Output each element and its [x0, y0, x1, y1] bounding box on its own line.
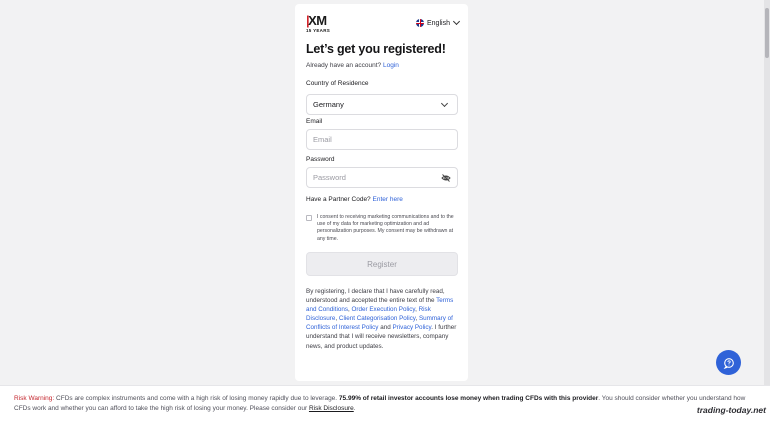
registration-card: | XM 15 YEARS English Let’s get you regis…	[295, 4, 468, 381]
consent-checkbox[interactable]	[306, 215, 312, 221]
consent-text: I consent to receiving marketing communi…	[317, 214, 454, 242]
password-label: Password	[306, 156, 335, 163]
legal-separator: ,	[348, 306, 350, 314]
marketing-consent: I consent to receiving marketing communi…	[306, 214, 459, 243]
legal-separator: ,	[415, 306, 417, 314]
client-categorisation-link[interactable]: Client Categorisation Policy	[339, 315, 416, 322]
logo-years: 15 YEARS	[306, 28, 331, 33]
country-value: Germany	[313, 100, 344, 109]
country-select[interactable]: Germany	[306, 94, 458, 115]
scrollbar-thumb[interactable]	[765, 8, 769, 58]
register-button[interactable]: Register	[306, 252, 458, 276]
password-field[interactable]: Password	[306, 167, 458, 188]
legal-intro: By registering, I declare that I have ca…	[306, 288, 445, 305]
uk-flag-icon	[416, 19, 424, 27]
email-field[interactable]: Email	[306, 129, 458, 150]
logo-text: XM	[308, 13, 327, 28]
page-scrollbar[interactable]	[764, 0, 770, 421]
email-label: Email	[306, 118, 323, 125]
order-execution-link[interactable]: Order Execution Policy	[352, 306, 416, 313]
page-title: Let’s get you registered!	[306, 42, 446, 56]
risk-percentage: 75.99% of retail investor accounts lose …	[338, 395, 599, 402]
login-link[interactable]: Login	[383, 62, 399, 69]
risk-warning-label: Risk Warning:	[14, 395, 55, 402]
chevron-down-icon	[452, 17, 461, 26]
legal-declaration: By registering, I declare that I have ca…	[306, 287, 462, 351]
email-placeholder: Email	[313, 135, 332, 144]
xm-logo[interactable]: | XM 15 YEARS	[306, 14, 330, 33]
language-selector[interactable]: English	[416, 17, 461, 27]
country-label: Country of Residence	[306, 80, 369, 87]
chevron-down-icon	[440, 99, 449, 108]
watermark: trading-today.net	[696, 405, 766, 415]
enter-partner-code-link[interactable]: Enter here	[373, 196, 403, 203]
privacy-policy-link[interactable]: Privacy Policy	[392, 324, 431, 331]
chat-icon	[723, 357, 734, 369]
already-label: Already have an account?	[306, 62, 382, 69]
logo-mark: | XM	[306, 14, 330, 27]
partner-code-text: Have a Partner Code? Enter here	[306, 196, 403, 203]
legal-and: and	[380, 324, 391, 332]
risk-end: .	[353, 404, 356, 412]
password-placeholder: Password	[313, 173, 346, 182]
risk-text-1: CFDs are complex instruments and come wi…	[56, 395, 338, 402]
risk-warning-text: Risk Warning: CFDs are complex instrumen…	[14, 394, 754, 413]
already-account-text: Already have an account? Login	[306, 62, 399, 69]
risk-warning-footer: Risk Warning: CFDs are complex instrumen…	[0, 385, 770, 421]
footer-risk-disclosure-link[interactable]: Risk Disclosure	[309, 405, 354, 412]
chat-button[interactable]	[716, 350, 741, 375]
eye-off-icon[interactable]	[441, 173, 451, 183]
partner-label: Have a Partner Code?	[306, 196, 371, 203]
language-label: English	[427, 19, 450, 27]
legal-separator: ,	[415, 315, 418, 323]
legal-separator: ,	[335, 315, 338, 323]
